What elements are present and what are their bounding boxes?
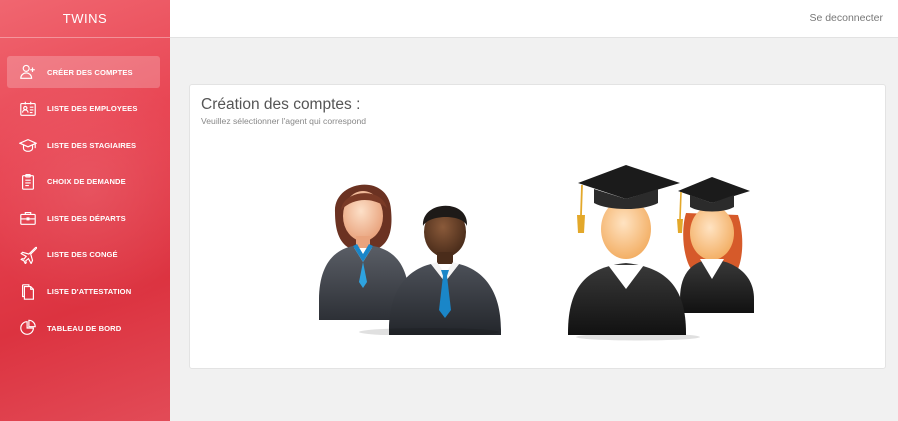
top-bar: Se deconnecter	[170, 0, 898, 38]
briefcase-icon	[18, 209, 37, 228]
sidebar-item-liste-d-attestation[interactable]: LISTE D'ATTESTATION	[7, 276, 160, 308]
id-card-icon	[18, 99, 37, 118]
sidebar-item-label: LISTE DES EMPLOYEES	[47, 104, 138, 114]
create-accounts-card: Création des comptes : Veuillez sélectio…	[189, 84, 886, 369]
sidebar-nav: CRÉER DES COMPTES LISTE DES EMPLOYEES LI…	[0, 56, 170, 344]
sidebar-item-tableau-de-bord[interactable]: TABLEAU DE BORD	[7, 312, 160, 344]
sidebar-item-label: CHOIX DE DEMANDE	[47, 177, 126, 187]
intern-option[interactable]	[568, 163, 758, 341]
sidebar-item-creer-des-comptes[interactable]: CRÉER DES COMPTES	[7, 56, 160, 88]
employee-option[interactable]	[319, 170, 509, 335]
sidebar-item-label: CRÉER DES COMPTES	[47, 67, 133, 77]
sidebar: TWINS CRÉER DES COMPTES LISTE DES EMPLOY…	[0, 0, 170, 421]
add-user-icon	[18, 63, 37, 82]
airplane-icon	[18, 245, 37, 264]
sidebar-item-choix-de-demande[interactable]: CHOIX DE DEMANDE	[7, 166, 160, 198]
page-subtitle: Veuillez sélectionner l'agent qui corres…	[201, 116, 367, 126]
page-title: Création des comptes :	[201, 96, 361, 113]
brand-bar: TWINS	[0, 0, 170, 38]
sidebar-item-liste-des-departs[interactable]: LISTE DES DÉPARTS	[7, 202, 160, 234]
graduation-cap-icon	[18, 136, 37, 155]
sidebar-item-label: LISTE D'ATTESTATION	[47, 287, 132, 297]
sidebar-item-label: LISTE DES STAGIAIRES	[47, 140, 137, 150]
sidebar-item-liste-des-employees[interactable]: LISTE DES EMPLOYEES	[7, 93, 160, 125]
sidebar-item-label: LISTE DES DÉPARTS	[47, 213, 126, 223]
graduates-icon	[568, 165, 754, 341]
brand-logo[interactable]: TWINS	[63, 11, 107, 26]
employees-icon	[319, 184, 501, 335]
logout-link[interactable]: Se deconnecter	[809, 12, 883, 24]
sidebar-item-liste-des-stagiaires[interactable]: LISTE DES STAGIAIRES	[7, 129, 160, 161]
documents-icon	[18, 282, 37, 301]
sidebar-item-label: TABLEAU DE BORD	[47, 323, 122, 333]
sidebar-item-label: LISTE DES CONGÉ	[47, 250, 118, 260]
pie-chart-icon	[18, 319, 37, 338]
clipboard-icon	[18, 172, 37, 191]
sidebar-item-liste-des-conge[interactable]: LISTE DES CONGÉ	[7, 239, 160, 271]
